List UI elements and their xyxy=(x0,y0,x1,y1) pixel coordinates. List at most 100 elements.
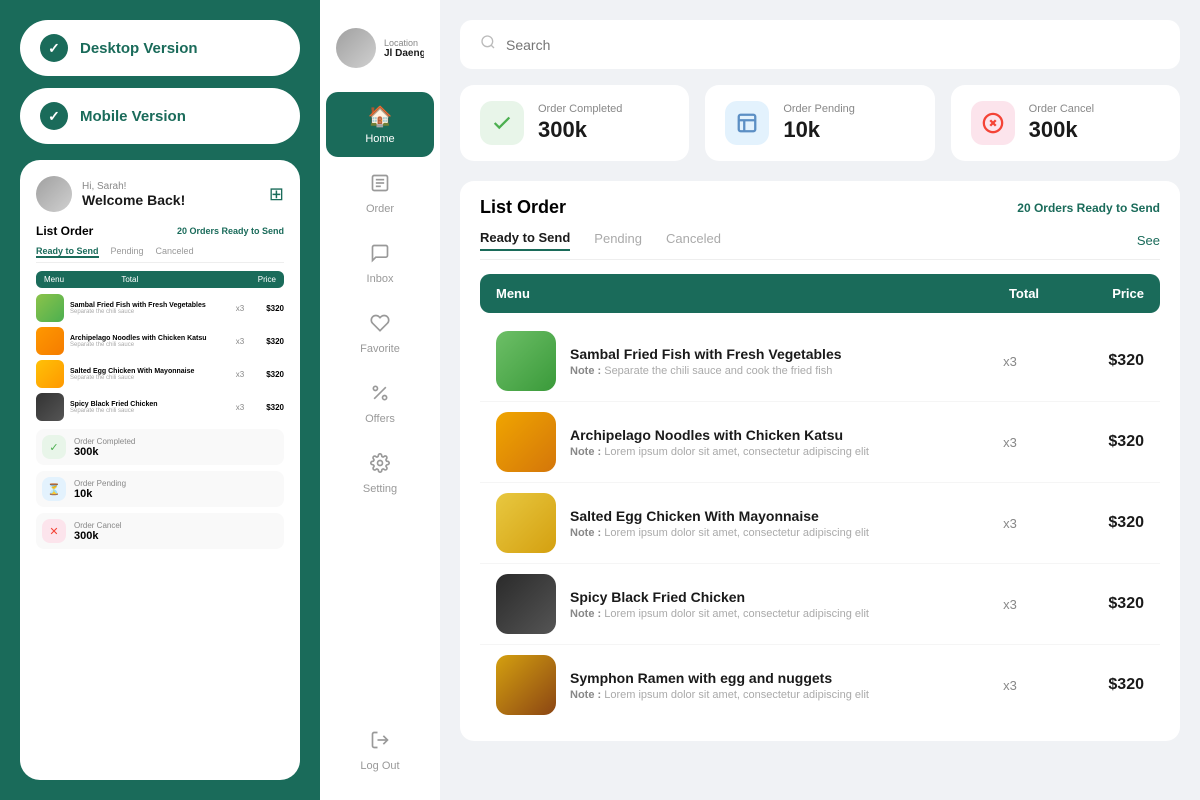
mobile-food-item: Archipelago Noodles with Chicken Katsu S… xyxy=(36,327,284,355)
order-tabs: Ready to Send Pending Canceled See xyxy=(480,230,1160,260)
food-note: Note : Separate the chili sauce and cook… xyxy=(570,365,956,377)
mobile-stat-completed: ✓ Order Completed 300k xyxy=(36,429,284,465)
mobile-tab-ready[interactable]: Ready to Send xyxy=(36,246,99,258)
food-price: $320 xyxy=(1064,352,1144,370)
list-order-badge: 20 Orders Ready to Send xyxy=(1017,201,1160,215)
mobile-tab-pending[interactable]: Pending xyxy=(111,246,144,258)
food-info: Spicy Black Fried Chicken Note : Lorem i… xyxy=(570,589,956,620)
mobile-food-list: Sambal Fried Fish with Fresh Vegetables … xyxy=(36,294,284,421)
main-food-list: Sambal Fried Fish with Fresh Vegetables … xyxy=(480,321,1160,725)
mobile-col-menu: Menu xyxy=(44,275,121,284)
search-input[interactable] xyxy=(506,37,1160,53)
food-total: x3 xyxy=(970,516,1050,531)
check-icon-mobile: ✓ xyxy=(40,102,68,130)
food-total: x3 xyxy=(970,435,1050,450)
food-name-mobile: Salted Egg Chicken With Mayonnaise xyxy=(70,368,226,375)
nav-item-favorite[interactable]: Favorite xyxy=(326,301,434,367)
completed-stat-value: 300k xyxy=(538,117,622,143)
pending-stat-value: 10k xyxy=(783,117,855,143)
tab-canceled[interactable]: Canceled xyxy=(666,231,721,250)
food-total: x3 xyxy=(970,354,1050,369)
col-total-header: Total xyxy=(984,286,1064,301)
stat-card-pending: Order Pending 10k xyxy=(705,85,934,161)
stat-card-cancel: Order Cancel 300k xyxy=(951,85,1180,161)
food-note-mobile: Separate the chili sauce xyxy=(70,342,226,348)
offers-icon xyxy=(370,383,390,409)
nav-home-label: Home xyxy=(365,133,394,145)
welcome-text: Welcome Back! xyxy=(82,192,269,208)
food-qty-mobile: x3 xyxy=(232,403,248,412)
order-icon xyxy=(370,173,390,199)
nav-avatar xyxy=(336,28,376,68)
see-all-link[interactable]: See xyxy=(1137,233,1160,248)
nav-item-order[interactable]: Order xyxy=(326,161,434,227)
stats-row: Order Completed 300k Order Pending 10k O… xyxy=(460,85,1180,161)
food-name-mobile: Archipelago Noodles with Chicken Katsu xyxy=(70,335,226,342)
food-info: Salted Egg Chicken With Mayonnaise Note … xyxy=(570,508,956,539)
food-info-mobile: Salted Egg Chicken With Mayonnaise Separ… xyxy=(70,368,226,381)
food-note-mobile: Separate the chili sauce xyxy=(70,309,226,315)
mobile-stat-cancel-value: 300k xyxy=(74,530,122,542)
food-price: $320 xyxy=(1064,514,1144,532)
mobile-col-total: Total xyxy=(121,275,198,284)
nav-offers-label: Offers xyxy=(365,413,395,425)
order-table-header: Menu Total Price xyxy=(480,274,1160,313)
food-name: Sambal Fried Fish with Fresh Vegetables xyxy=(570,346,956,362)
mobile-col-price: Price xyxy=(199,275,276,284)
food-thumb-mobile xyxy=(36,294,64,322)
pending-stat-icon xyxy=(725,101,769,145)
mobile-stat-completed-label: Order Completed xyxy=(74,437,135,446)
nav-item-inbox[interactable]: Inbox xyxy=(326,231,434,297)
food-total: x3 xyxy=(970,678,1050,693)
nav-setting-label: Setting xyxy=(363,483,397,495)
nav-item-offers[interactable]: Offers xyxy=(326,371,434,437)
nav-item-home[interactable]: 🏠 Home xyxy=(326,92,434,157)
food-note-mobile: Separate the chili sauce xyxy=(70,408,226,414)
mobile-stat-cancel-info: Order Cancel 300k xyxy=(74,521,122,542)
left-panel: ✓ Desktop Version ✓ Mobile Version Hi, S… xyxy=(0,0,320,800)
mobile-stat-pending-value: 10k xyxy=(74,488,126,500)
food-name: Salted Egg Chicken With Mayonnaise xyxy=(570,508,956,524)
food-price-mobile: $320 xyxy=(254,370,284,379)
logout-icon xyxy=(370,730,390,756)
nav-item-setting[interactable]: Setting xyxy=(326,441,434,507)
food-note: Note : Lorem ipsum dolor sit amet, conse… xyxy=(570,527,956,539)
mobile-stat-pending-label: Order Pending xyxy=(74,479,126,488)
table-row: Archipelago Noodles with Chicken Katsu N… xyxy=(480,402,1160,483)
food-thumb-mobile xyxy=(36,393,64,421)
food-thumbnail xyxy=(496,412,556,472)
navigation-panel: Location Jl Daeng Barat ▾ 🏠 Home Order I… xyxy=(320,0,440,800)
mobile-preview: Hi, Sarah! Welcome Back! ⊞ List Order 20… xyxy=(20,160,300,780)
desktop-version-button[interactable]: ✓ Desktop Version xyxy=(20,20,300,76)
food-info: Sambal Fried Fish with Fresh Vegetables … xyxy=(570,346,956,377)
pending-stat-info: Order Pending 10k xyxy=(783,103,855,143)
grid-icon: ⊞ xyxy=(269,184,284,205)
completed-stat-info: Order Completed 300k xyxy=(538,103,622,143)
mobile-version-button[interactable]: ✓ Mobile Version xyxy=(20,88,300,144)
mobile-tab-canceled[interactable]: Canceled xyxy=(156,246,194,258)
food-name: Archipelago Noodles with Chicken Katsu xyxy=(570,427,956,443)
nav-item-logout[interactable]: Log Out xyxy=(326,718,434,784)
search-icon xyxy=(480,34,496,55)
list-order-header: List Order 20 Orders Ready to Send xyxy=(480,197,1160,218)
completed-icon: ✓ xyxy=(42,435,66,459)
completed-stat-label: Order Completed xyxy=(538,103,622,115)
mobile-welcome: Hi, Sarah! Welcome Back! xyxy=(72,181,269,208)
food-price: $320 xyxy=(1064,676,1144,694)
mobile-food-item: Salted Egg Chicken With Mayonnaise Separ… xyxy=(36,360,284,388)
table-row: Symphon Ramen with egg and nuggets Note … xyxy=(480,645,1160,725)
completed-stat-icon xyxy=(480,101,524,145)
desktop-version-label: Desktop Version xyxy=(80,40,198,57)
mobile-version-label: Mobile Version xyxy=(80,108,186,125)
list-order-section: List Order 20 Orders Ready to Send Ready… xyxy=(460,181,1180,741)
tab-ready-to-send[interactable]: Ready to Send xyxy=(480,230,570,251)
food-info-mobile: Spicy Black Fried Chicken Separate the c… xyxy=(70,401,226,414)
food-price: $320 xyxy=(1064,433,1144,451)
inbox-icon xyxy=(370,243,390,269)
pending-stat-label: Order Pending xyxy=(783,103,855,115)
food-thumbnail xyxy=(496,574,556,634)
mobile-stat-pending: ⏳ Order Pending 10k xyxy=(36,471,284,507)
list-order-title: List Order xyxy=(480,197,566,218)
tab-pending[interactable]: Pending xyxy=(594,231,642,250)
food-note-mobile: Separate the chili sauce xyxy=(70,375,226,381)
